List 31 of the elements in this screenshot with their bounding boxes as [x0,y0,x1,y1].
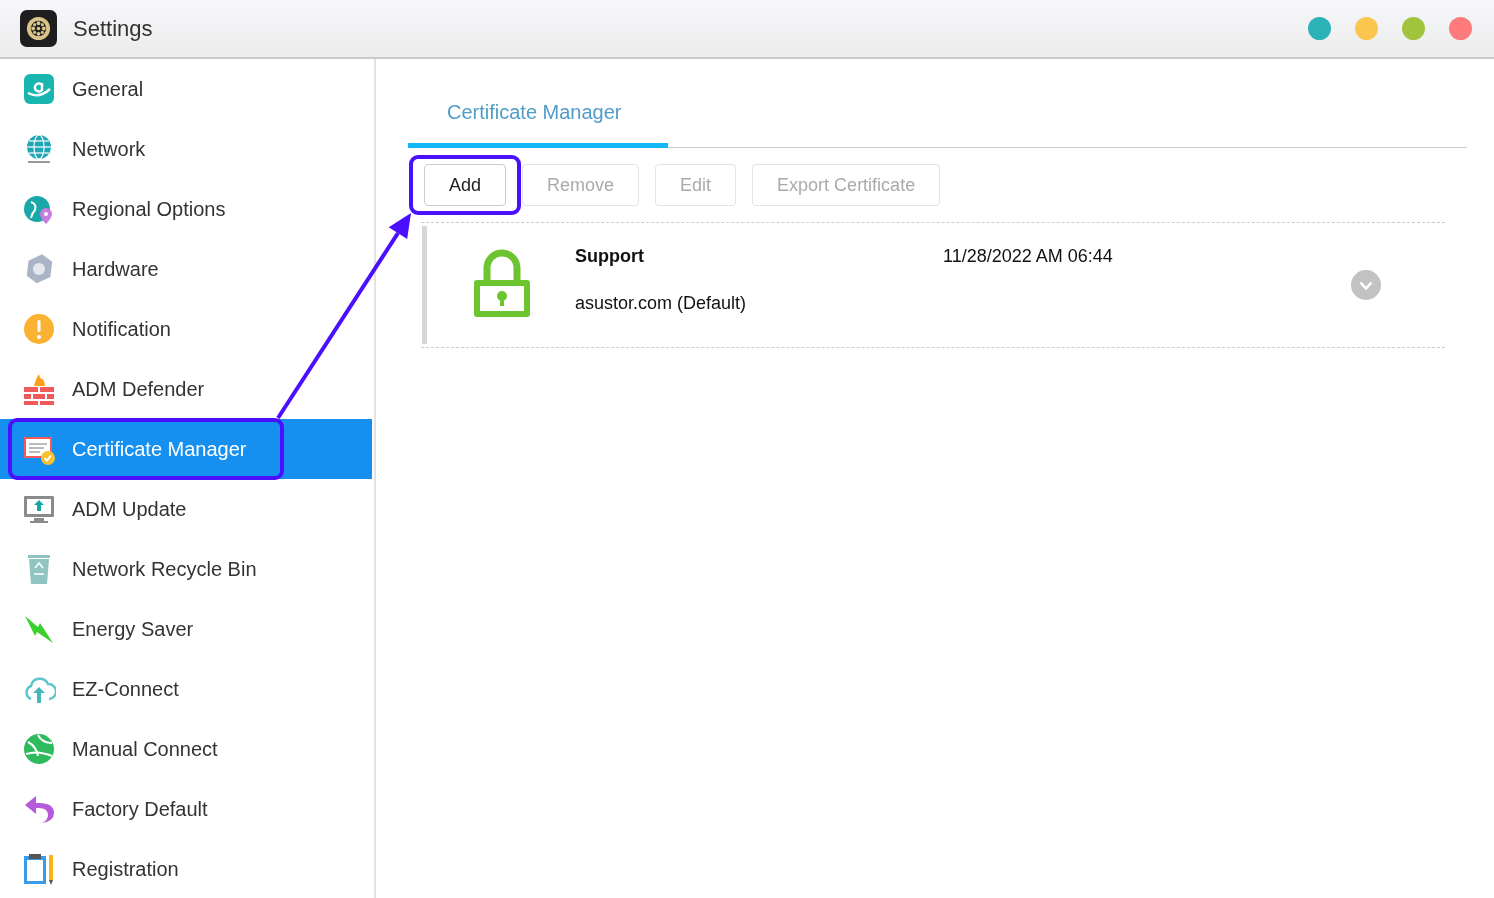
sidebar-item[interactable]: Network Recycle Bin [0,539,372,599]
certificate-domain: asustor.com (Default) [575,292,748,315]
sidebar-item[interactable]: ADM Update [0,479,372,539]
network-globe-icon [22,732,56,766]
chevron-icon [1359,280,1373,290]
certificate-date: 11/28/2022 AM 06:44 [943,245,1113,268]
padlock-icon [472,248,532,320]
sidebar-item[interactable]: Registration [0,839,372,898]
sidebar-item[interactable]: EZ-Connect [0,659,372,719]
sidebar-item[interactable]: Manual Connect [0,719,372,779]
firewall-icon [22,372,56,406]
sidebar-item[interactable]: General [0,59,372,119]
sidebar-item[interactable]: Factory Default [0,779,372,839]
expand-button[interactable] [1351,270,1381,300]
window-control-dot[interactable] [1355,17,1378,40]
swirl-icon [22,72,56,106]
sidebar-item[interactable]: Energy Saver [0,599,372,659]
warning-icon [22,312,56,346]
window-title: Settings [73,15,153,43]
sidebar-item[interactable]: Hardware [0,239,372,299]
toolbar-button[interactable]: Add [424,164,507,206]
sidebar-item[interactable]: ADM Defender [0,359,372,419]
sidebar-item[interactable]: Regional Options [0,179,372,239]
clipboard-pencil-icon [22,852,56,886]
sidebar-item[interactable]: Notification [0,299,372,359]
sidebar-item[interactable]: Network [0,119,372,179]
window-control-dot[interactable] [1402,17,1425,40]
window-control-dot[interactable] [1449,17,1472,40]
settings-app-icon [20,10,57,47]
window-control-dot[interactable] [1308,17,1331,40]
certificate-name: Support [575,245,645,268]
